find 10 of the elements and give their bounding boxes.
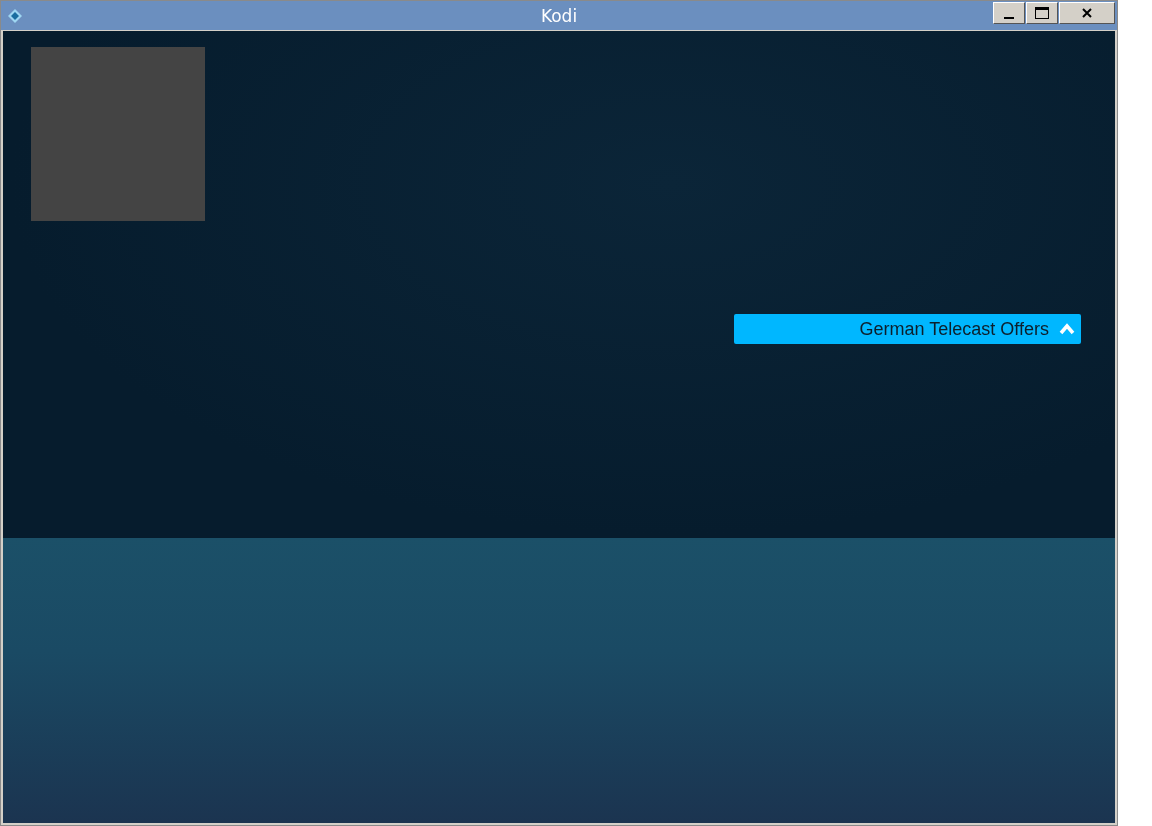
minimize-icon bbox=[1004, 16, 1014, 19]
maximize-icon bbox=[1034, 5, 1050, 20]
menu-item[interactable]: German Telecast Offers bbox=[734, 314, 1081, 344]
close-icon bbox=[1081, 6, 1093, 19]
minimize-button[interactable] bbox=[993, 1, 1025, 24]
window-title: Kodi bbox=[540, 5, 578, 26]
close-button[interactable] bbox=[1059, 1, 1115, 24]
maximize-button[interactable] bbox=[1026, 1, 1058, 24]
kodi-logo-icon bbox=[7, 7, 23, 24]
chevron-up-icon bbox=[1059, 323, 1075, 335]
